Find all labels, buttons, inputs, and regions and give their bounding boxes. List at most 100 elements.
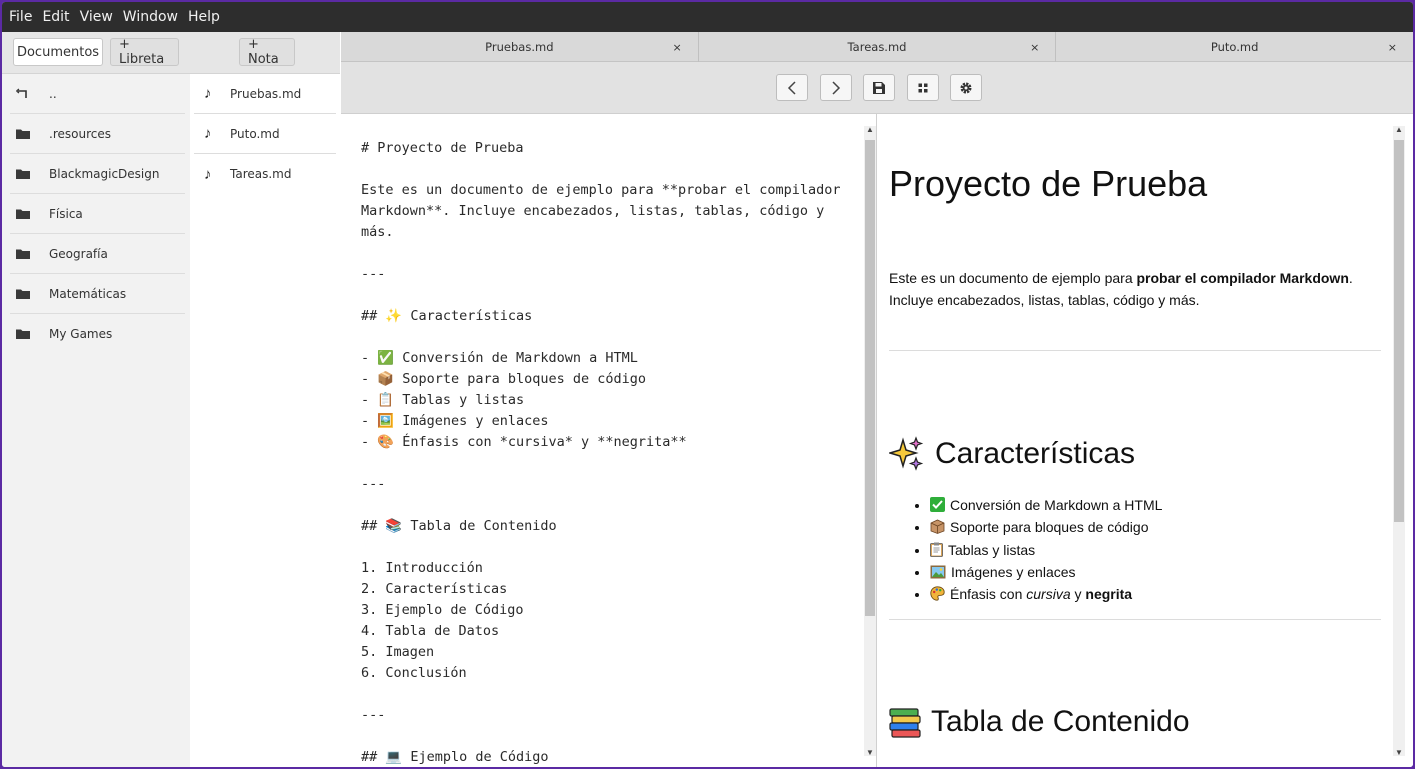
list-item: Soporte para bloques de código xyxy=(930,516,1162,538)
folder-icon xyxy=(16,129,30,139)
palette-icon xyxy=(930,586,945,601)
scroll-down-icon[interactable]: ▼ xyxy=(1393,748,1405,757)
heading-text: Tabla de Contenido xyxy=(931,705,1190,738)
menu-window[interactable]: Window xyxy=(118,2,183,32)
para-text: Este es un documento de ejemplo para xyxy=(889,270,1137,286)
list-item: Conversión de Markdown a HTML xyxy=(930,494,1162,516)
file-list: ♪ Pruebas.md ♪ Puto.md ♪ Tareas.md xyxy=(190,74,340,767)
editor-toolbar xyxy=(341,62,1413,114)
scroll-down-icon[interactable]: ▼ xyxy=(864,748,876,757)
features-list: Conversión de Markdown a HTML Soporte pa… xyxy=(930,494,1162,605)
file-item-tareas[interactable]: ♪ Tareas.md xyxy=(194,154,336,194)
tab-label: Tareas.md xyxy=(847,40,907,54)
chevron-right-icon xyxy=(832,80,841,95)
folder-label: My Games xyxy=(49,327,113,341)
folder-label: Física xyxy=(49,206,83,221)
forward-button[interactable] xyxy=(820,74,852,101)
file-item-pruebas[interactable]: ♪ Pruebas.md xyxy=(194,74,336,114)
para-bold-text: probar el compilador Markdown xyxy=(1136,270,1349,286)
close-icon[interactable]: × xyxy=(672,41,681,54)
documents-button[interactable]: Documentos xyxy=(13,38,103,66)
back-button[interactable] xyxy=(776,74,808,101)
folder-list: .. .resources BlackmagicDesign Física Ge… xyxy=(2,74,190,767)
editor-scrollbar-thumb[interactable] xyxy=(865,140,875,616)
check-mark-icon xyxy=(930,497,945,512)
menubar: File Edit View Window Help xyxy=(2,2,1413,32)
view-grid-button[interactable] xyxy=(907,74,939,101)
list-item: Imágenes y enlaces xyxy=(930,561,1162,583)
music-note-icon: ♪ xyxy=(204,85,212,102)
folder-icon xyxy=(16,329,30,339)
close-icon[interactable]: × xyxy=(1030,41,1039,54)
list-item-text: Soporte para bloques de código xyxy=(950,519,1149,536)
add-note-button[interactable]: + Nota xyxy=(239,37,295,67)
music-note-icon: ♪ xyxy=(204,165,212,183)
folder-item-mygames[interactable]: My Games xyxy=(10,314,185,354)
list-item: Tablas y listas xyxy=(930,539,1162,561)
clipboard-icon xyxy=(930,542,943,557)
gear-icon xyxy=(960,82,972,93)
app-window: File Edit View Window Help Documentos + … xyxy=(2,2,1413,767)
list-item: Énfasis con cursiva y negrita xyxy=(930,583,1162,605)
save-icon xyxy=(873,81,885,94)
preview-scrollbar-thumb[interactable] xyxy=(1394,140,1404,522)
heading-text: Características xyxy=(935,437,1136,470)
menu-file[interactable]: File xyxy=(4,2,37,32)
file-item-puto[interactable]: ♪ Puto.md xyxy=(194,114,336,154)
package-icon xyxy=(930,519,945,535)
markdown-preview: Proyecto de Prueba Este es un documento … xyxy=(878,114,1413,767)
framed-picture-icon xyxy=(930,565,946,579)
books-icon xyxy=(889,708,921,738)
preview-heading-toc: Tabla de Contenido xyxy=(889,705,1190,739)
list-item-text: Conversión de Markdown a HTML xyxy=(950,497,1163,513)
menu-help[interactable]: Help xyxy=(183,2,225,32)
folder-item-geografia[interactable]: Geografía xyxy=(10,234,185,274)
settings-button[interactable] xyxy=(950,74,982,101)
folder-item-blackmagicdesign[interactable]: BlackmagicDesign xyxy=(10,154,185,194)
tab-label: Puto.md xyxy=(1210,40,1259,54)
preview-heading-features: Características xyxy=(889,436,1135,472)
sparkles-icon xyxy=(889,436,924,471)
folder-icon xyxy=(16,209,30,219)
folder-item-matematicas[interactable]: Matemáticas xyxy=(10,274,185,314)
list-item-text: Énfasis con xyxy=(950,586,1027,603)
sidebar-toolbar: Documentos + Libreta + Nota xyxy=(2,32,340,74)
add-notebook-button[interactable]: + Libreta xyxy=(110,37,179,67)
italic-text: cursiva xyxy=(1026,586,1071,603)
markdown-editor[interactable]: # Proyecto de Prueba Este es un document… xyxy=(341,114,877,767)
editor-text[interactable]: # Proyecto de Prueba Este es un document… xyxy=(361,138,861,767)
file-label: Tareas.md xyxy=(230,167,292,181)
scroll-up-icon[interactable]: ▲ xyxy=(864,125,876,134)
tab-pruebas[interactable]: Pruebas.md × xyxy=(341,32,699,62)
folder-icon xyxy=(16,249,30,259)
tab-puto[interactable]: Puto.md × xyxy=(1056,32,1413,62)
menu-edit[interactable]: Edit xyxy=(37,2,74,32)
folder-label: Geografía xyxy=(49,246,108,261)
menu-view[interactable]: View xyxy=(75,2,118,32)
preview-divider xyxy=(889,350,1381,351)
folder-item-parent[interactable]: .. xyxy=(10,74,185,114)
file-label: Pruebas.md xyxy=(230,86,302,101)
folder-label: .resources xyxy=(49,126,111,141)
folder-label: Matemáticas xyxy=(49,286,127,301)
preview-scrollbar[interactable]: ▲ ▼ xyxy=(1393,125,1405,757)
folder-item-fisica[interactable]: Física xyxy=(10,194,185,234)
grid-icon xyxy=(918,83,928,92)
tab-bar: Pruebas.md × Tareas.md × Puto.md × xyxy=(341,32,1413,62)
tab-label: Pruebas.md xyxy=(485,40,554,54)
editor-scrollbar[interactable]: ▲ ▼ xyxy=(864,125,876,757)
chevron-left-icon xyxy=(787,80,796,95)
scroll-up-icon[interactable]: ▲ xyxy=(1393,125,1405,134)
list-item-text: y xyxy=(1070,586,1086,603)
list-item-text: Tablas y listas xyxy=(948,541,1036,558)
list-item-text: Imágenes y enlaces xyxy=(951,563,1076,580)
tab-tareas[interactable]: Tareas.md × xyxy=(699,32,1057,62)
sidebar: Documentos + Libreta + Nota .. .resource… xyxy=(2,32,340,767)
file-label: Puto.md xyxy=(230,126,280,141)
bold-text: negrita xyxy=(1085,586,1133,603)
music-note-icon: ♪ xyxy=(204,125,212,142)
save-button[interactable] xyxy=(863,74,895,101)
close-icon[interactable]: × xyxy=(1388,41,1397,54)
preview-paragraph: Este es un documento de ejemplo para pro… xyxy=(889,267,1379,311)
folder-item-resources[interactable]: .resources xyxy=(10,114,185,154)
